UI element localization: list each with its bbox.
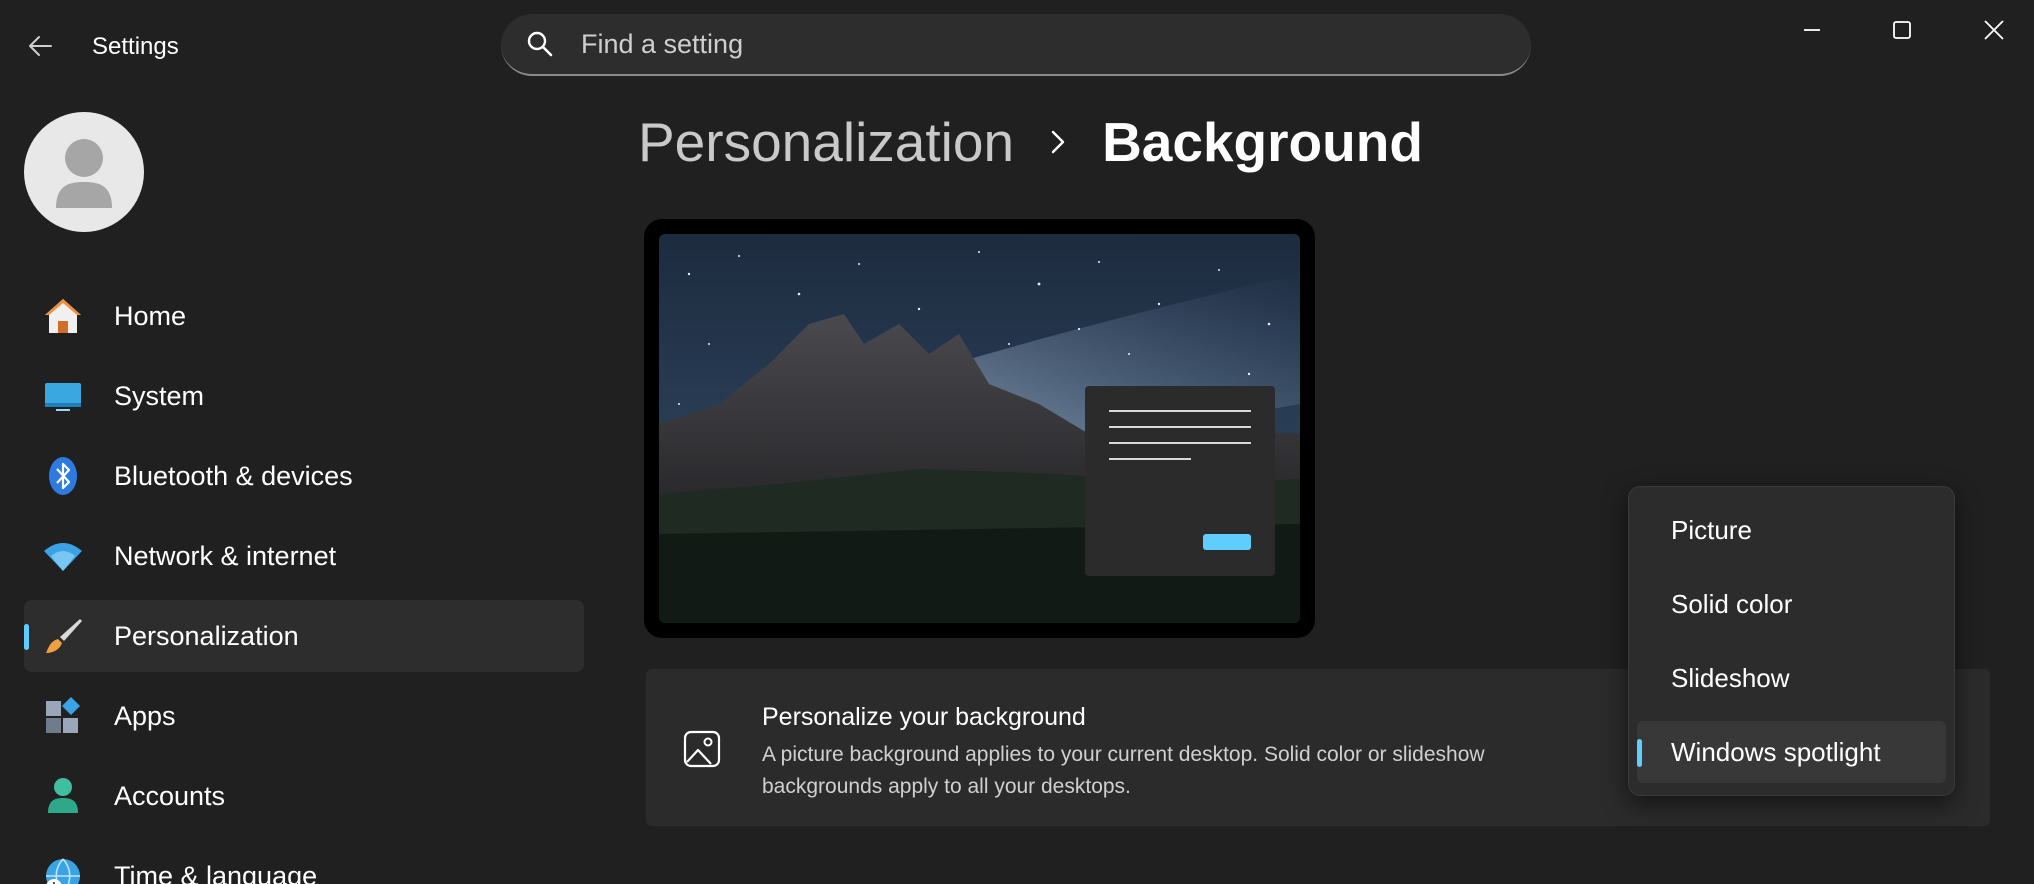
sidebar-item-label: Accounts (114, 780, 226, 811)
card-title: Personalize your background (762, 703, 1086, 731)
dropdown-option-windows-spotlight[interactable]: Windows spotlight (1637, 721, 1946, 783)
globe-clock-icon (42, 855, 84, 884)
dropdown-option-slideshow[interactable]: Slideshow (1637, 647, 1946, 709)
breadcrumb: Personalization Background (638, 110, 1423, 174)
sidebar-item-label: Apps (114, 700, 176, 731)
sidebar-item-label: Bluetooth & devices (114, 460, 353, 491)
sidebar-item-label: Personalization (114, 620, 299, 651)
sidebar-item-accounts[interactable]: Accounts (24, 760, 584, 832)
card-description: A picture background applies to your cur… (762, 743, 1485, 798)
wallpaper-image (659, 234, 1300, 623)
background-type-dropdown[interactable]: Picture Solid color Slideshow Windows sp… (1628, 486, 1955, 796)
back-arrow-icon (29, 36, 52, 56)
minimize-icon (1804, 29, 1820, 31)
close-icon (1984, 20, 2004, 40)
search-icon (525, 29, 555, 59)
sidebar-item-label: Time & language (114, 860, 318, 884)
maximize-button[interactable] (1866, 10, 1938, 50)
sidebar-item-network[interactable]: Network & internet (24, 520, 584, 592)
user-placeholder-icon (56, 139, 112, 208)
sidebar-nav: Home System Bluetooth & devices Network … (24, 280, 584, 884)
maximize-icon (1893, 21, 1911, 39)
app-title: Settings (92, 33, 179, 60)
background-preview (644, 219, 1315, 638)
sidebar-item-home[interactable]: Home (24, 280, 584, 352)
close-button[interactable] (1958, 10, 2030, 50)
home-icon (42, 295, 84, 337)
avatar[interactable] (24, 112, 144, 232)
sidebar-item-system[interactable]: System (24, 360, 584, 432)
chevron-right-icon (1050, 129, 1066, 155)
sidebar-item-time-language[interactable]: Time & language (24, 840, 584, 884)
breadcrumb-parent[interactable]: Personalization (638, 110, 1014, 174)
accounts-icon (42, 775, 84, 817)
minimize-button[interactable] (1776, 10, 1848, 50)
search-input[interactable] (579, 27, 1483, 61)
paintbrush-icon (42, 615, 84, 657)
page-title: Background (1102, 111, 1423, 173)
wifi-icon (42, 535, 84, 577)
sidebar-item-label: Network & internet (114, 540, 337, 571)
dropdown-option-picture[interactable]: Picture (1637, 499, 1946, 561)
sidebar-item-apps[interactable]: Apps (24, 680, 584, 752)
sidebar-item-label: Home (114, 300, 187, 331)
sidebar-item-bluetooth[interactable]: Bluetooth & devices (24, 440, 584, 512)
image-icon (682, 729, 722, 769)
preview-window-mock (1085, 386, 1275, 576)
sidebar-item-personalization[interactable]: Personalization (24, 600, 584, 672)
search-box[interactable] (501, 14, 1531, 76)
dropdown-option-solid-color[interactable]: Solid color (1637, 573, 1946, 635)
apps-icon (42, 695, 84, 737)
sidebar-item-label: System (114, 380, 205, 411)
settings-window: Settings Find a setting Home System Blue… (0, 0, 2034, 884)
system-icon (42, 375, 84, 417)
back-button[interactable] (22, 28, 58, 64)
bluetooth-icon (42, 455, 84, 497)
